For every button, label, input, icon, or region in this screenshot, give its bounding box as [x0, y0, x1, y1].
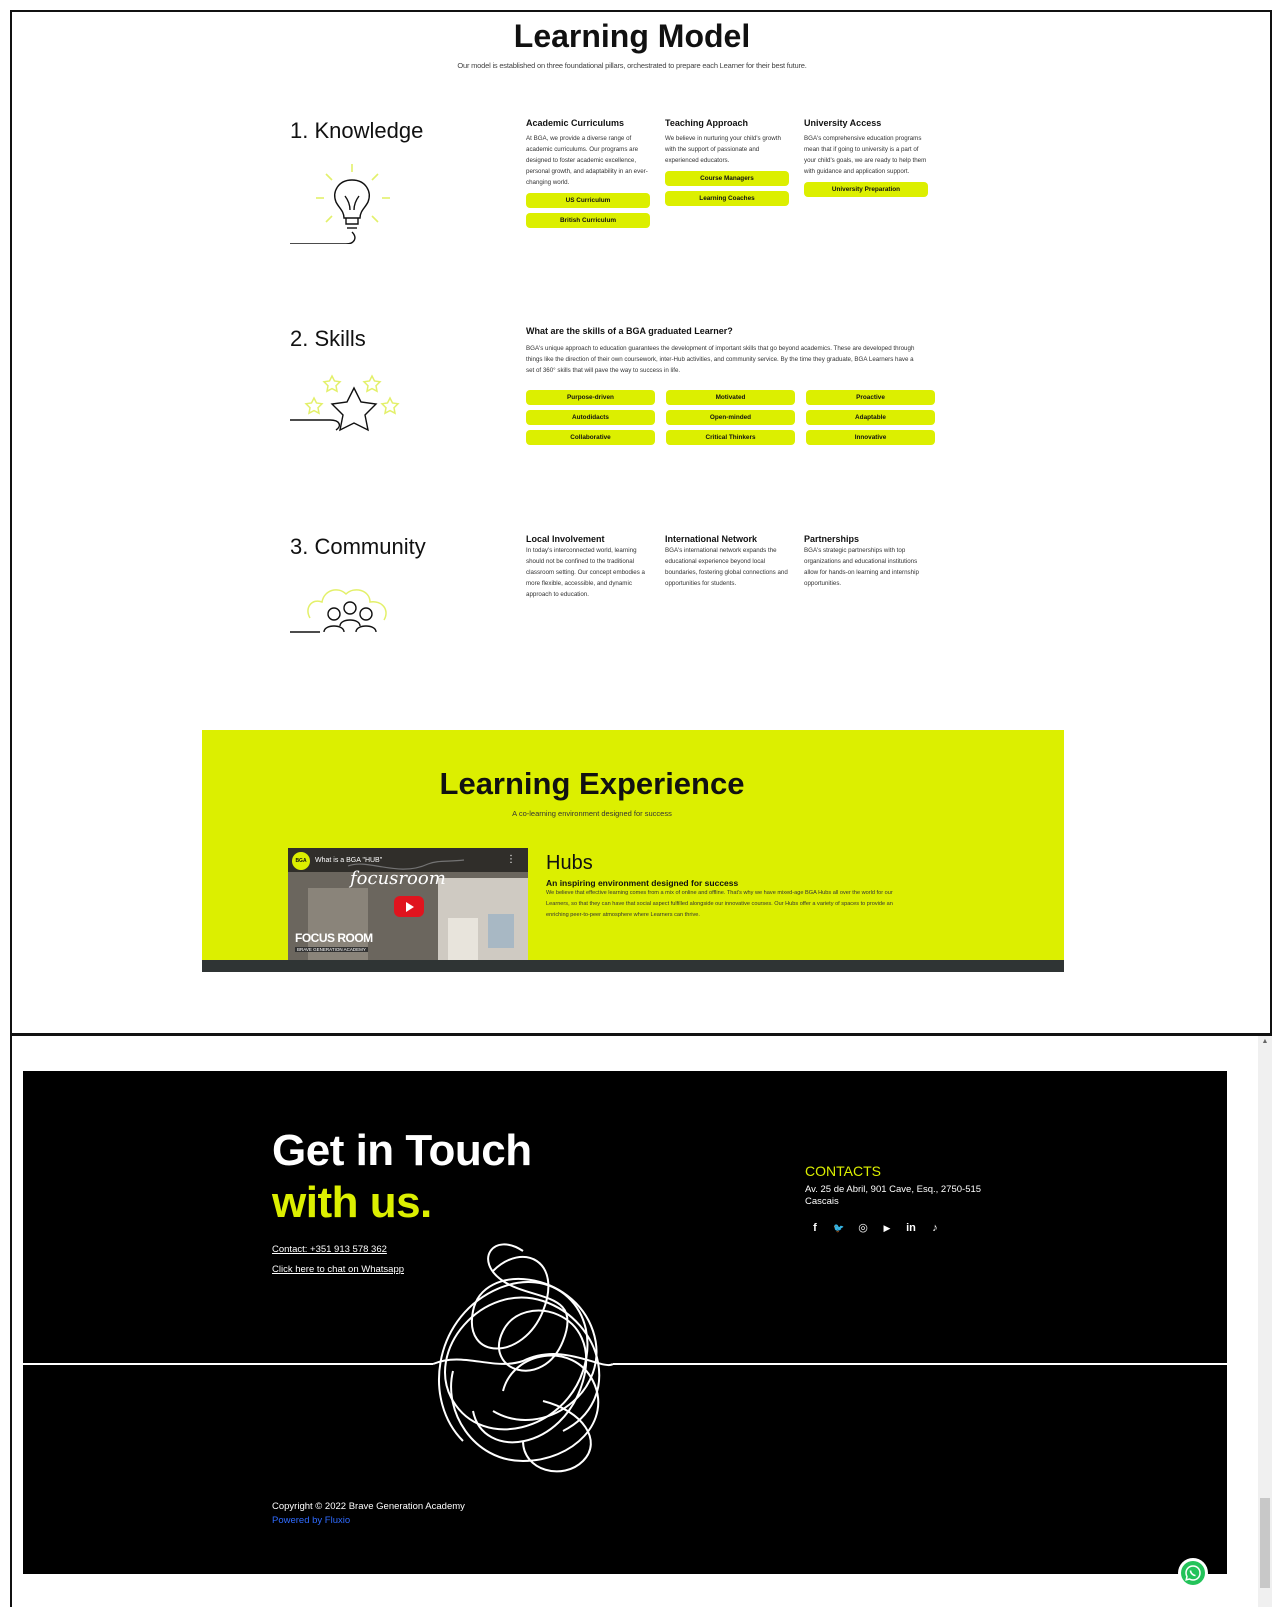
scribble-line-decoration	[23, 1243, 1227, 1473]
whatsapp-icon	[1181, 1561, 1205, 1585]
contacts-heading: CONTACTS	[805, 1163, 881, 1179]
column-title: Academic Curriculums	[526, 118, 625, 128]
course-managers-button[interactable]: Course Managers	[665, 171, 789, 186]
community-title: 3. Community	[290, 534, 426, 559]
skills-title: 2. Skills	[290, 326, 366, 351]
column-text: BGA's comprehensive education programs m…	[804, 135, 927, 175]
skill-collaborative[interactable]: Collaborative	[526, 430, 655, 445]
footer-viewport: Get in Touch with us. Contact: +351 913 …	[10, 1034, 1272, 1607]
skills-section: 2. Skills What are the skills of a BGA g…	[290, 326, 970, 446]
column-text: We believe in nurturing your child's gro…	[665, 135, 781, 164]
video-script-overlay: focusroom	[350, 868, 446, 889]
footer: Get in Touch with us. Contact: +351 913 …	[23, 1071, 1227, 1574]
learning-experience-title: Learning Experience	[439, 766, 745, 801]
skills-heading: What are the skills of a BGA graduated L…	[526, 326, 733, 336]
skill-autodidacts[interactable]: Autodidacts	[526, 410, 655, 425]
column-text: BGA's international network expands the …	[665, 547, 788, 587]
skill-innovative[interactable]: Innovative	[806, 430, 935, 445]
hubs-description: We believe that effective learning comes…	[546, 890, 893, 918]
british-curriculum-button[interactable]: British Curriculum	[526, 213, 650, 228]
learning-model-subtitle: Our model is established on three founda…	[457, 61, 807, 70]
star-icon	[290, 374, 400, 432]
video-caption: FOCUS ROOM	[295, 931, 373, 945]
local-involvement-column: Local Involvement In today's interconnec…	[526, 534, 652, 600]
address: Av. 25 de Abril, 901 Cave, Esq., 2750-51…	[805, 1184, 982, 1207]
column-title: International Network	[665, 534, 758, 544]
hubs-title: Hubs	[546, 852, 593, 874]
social-links: f 🐦 ◎ ▶ in ♪	[809, 1221, 941, 1235]
university-preparation-button[interactable]: University Preparation	[804, 182, 928, 197]
learning-page-viewport: Learning Model Our model is established …	[10, 10, 1272, 1035]
image-strip	[202, 960, 1064, 972]
scroll-up-icon[interactable]: ▲	[1258, 1038, 1272, 1045]
instagram-icon[interactable]: ◎	[857, 1221, 869, 1235]
people-icon	[290, 589, 387, 633]
us-curriculum-button[interactable]: US Curriculum	[526, 193, 650, 208]
column-text: At BGA, we provide a diverse range of ac…	[526, 135, 648, 186]
twitter-icon[interactable]: 🐦	[833, 1221, 845, 1235]
knowledge-section: 1. Knowledge Academic Curriculums At BGA…	[290, 118, 970, 258]
video-title: What is a BGA "HUB"	[315, 857, 383, 864]
skill-purpose-driven[interactable]: Purpose-driven	[526, 390, 655, 405]
whatsapp-chat-button[interactable]	[1178, 1558, 1208, 1588]
partnerships-column: Partnerships BGA's strategic partnership…	[804, 534, 930, 589]
university-access-column: University Access BGA's comprehensive ed…	[804, 118, 930, 197]
scroll-thumb[interactable]	[1260, 1498, 1270, 1588]
powered-by-link[interactable]: Powered by Fluxio	[272, 1515, 350, 1526]
column-title: Teaching Approach	[665, 118, 749, 128]
with-us-heading: with us.	[272, 1178, 432, 1227]
community-section: 3. Community Local Involvement In today'…	[290, 534, 970, 654]
teaching-approach-column: Teaching Approach We believe in nurturin…	[665, 118, 791, 206]
skills-description: BGA's unique approach to education guara…	[526, 345, 915, 374]
skills-grid: Purpose-driven Motivated Proactive Autod…	[526, 390, 936, 445]
tiktok-icon[interactable]: ♪	[929, 1221, 941, 1235]
learning-model-title: Learning Model	[513, 18, 751, 54]
contact-phone-link[interactable]: Contact: +351 913 578 362	[272, 1244, 387, 1255]
skill-motivated[interactable]: Motivated	[666, 390, 795, 405]
facebook-icon[interactable]: f	[809, 1221, 821, 1235]
learning-experience-subtitle: A co-learning environment designed for s…	[512, 809, 672, 818]
hubs-subtitle: An inspiring environment designed for su…	[546, 878, 739, 888]
linkedin-icon[interactable]: in	[905, 1221, 917, 1235]
whatsapp-chat-link[interactable]: Click here to chat on Whatsapp	[272, 1264, 404, 1275]
column-text: BGA's strategic partnerships with top or…	[804, 547, 919, 587]
learning-coaches-button[interactable]: Learning Coaches	[665, 191, 789, 206]
get-in-touch-heading: Get in Touch	[272, 1126, 532, 1175]
skill-critical-thinkers[interactable]: Critical Thinkers	[666, 430, 795, 445]
knowledge-title: 1. Knowledge	[290, 118, 424, 143]
scrollbar[interactable]: ▲	[1258, 1036, 1272, 1607]
column-title: Partnerships	[804, 534, 860, 544]
international-network-column: International Network BGA's internationa…	[665, 534, 791, 589]
video-caption-small: BRAVE GENERATION ACADEMY	[295, 947, 368, 952]
learning-experience-section: Learning Experience A co-learning enviro…	[202, 730, 1064, 972]
hub-video-player[interactable]: BGA What is a BGA "HUB" ⋮ focusroom FOCU…	[288, 848, 528, 964]
column-title: University Access	[804, 118, 882, 128]
youtube-icon[interactable]: ▶	[881, 1221, 893, 1235]
column-title: Local Involvement	[526, 534, 605, 544]
more-options-icon[interactable]: ⋮	[506, 854, 516, 865]
copyright: Copyright © 2022 Brave Generation Academ…	[272, 1501, 465, 1512]
skill-open-minded[interactable]: Open-minded	[666, 410, 795, 425]
lightbulb-icon	[290, 164, 390, 244]
skill-proactive[interactable]: Proactive	[806, 390, 935, 405]
academic-curriculums-column: Academic Curriculums At BGA, we provide …	[526, 118, 652, 228]
bga-logo: BGA	[292, 852, 310, 870]
play-icon[interactable]	[394, 896, 424, 917]
skill-adaptable[interactable]: Adaptable	[806, 410, 935, 425]
column-text: In today's interconnected world, learnin…	[526, 547, 645, 598]
